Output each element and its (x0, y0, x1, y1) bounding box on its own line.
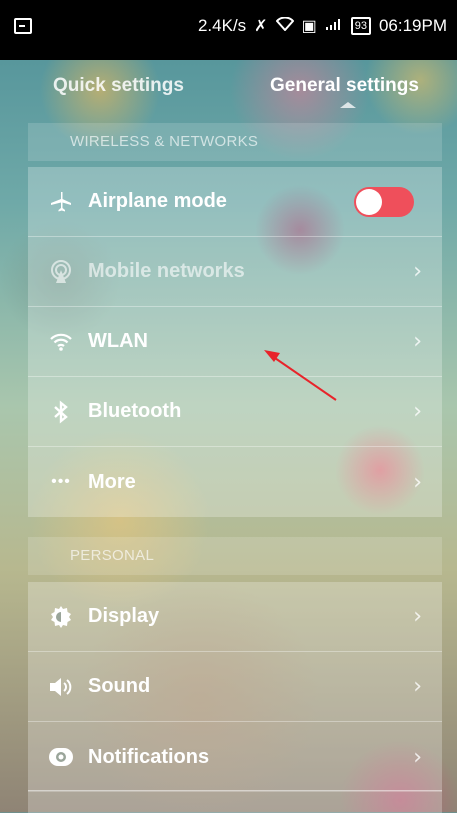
airplane-mode-row[interactable]: Airplane mode (28, 167, 442, 237)
notifications-label: Notifications (88, 745, 210, 768)
chevron-right-icon: › (413, 744, 422, 770)
signal-icon (325, 17, 343, 36)
clock: 06:19PM (378, 16, 447, 35)
chevron-right-icon: › (413, 469, 422, 495)
airplane-mode-toggle[interactable] (354, 186, 414, 217)
mobile-network-icon (48, 259, 74, 285)
display-row[interactable]: Display › (28, 582, 442, 652)
wireless-card: Airplane mode Mobile networks › WLAN › B… (28, 167, 442, 517)
display-gear-icon (48, 604, 74, 630)
notifications-row[interactable]: Notifications › (28, 722, 442, 792)
more-label: More (88, 470, 136, 493)
bluetooth-row[interactable]: Bluetooth › (28, 377, 442, 447)
wlan-row[interactable]: WLAN › (28, 307, 442, 377)
section-header-personal: PERSONAL (28, 537, 442, 575)
more-icon: ••• (51, 473, 71, 490)
chevron-right-icon: › (413, 329, 422, 354)
status-bar: 2.4K/s ✗ ▣ 93 06:19PM (0, 0, 457, 60)
settings-tabs: Quick settings General settings (0, 60, 457, 120)
chevron-right-icon: › (413, 674, 422, 699)
mobile-networks-label: Mobile networks (88, 260, 245, 282)
wifi-status-icon (275, 16, 294, 36)
section-header-wireless: WIRELESS & NETWORKS (28, 123, 442, 161)
battery-icon: 93 (350, 17, 371, 35)
chevron-right-icon: › (413, 399, 422, 424)
mobile-networks-row[interactable]: Mobile networks › (28, 237, 442, 307)
notification-icon (48, 744, 74, 770)
sim-blocked-icon: ▣ (301, 18, 317, 35)
tab-general-settings[interactable]: General settings (270, 75, 419, 97)
mute-icon: ✗ (254, 18, 268, 35)
chevron-right-icon: › (413, 259, 422, 284)
more-row[interactable]: ••• More › (28, 447, 442, 517)
bluetooth-icon (48, 399, 74, 425)
personal-card: Display › Sound › Notifications › (28, 582, 442, 792)
gallery-notification-icon (14, 18, 32, 34)
next-row-partial (28, 790, 442, 813)
wifi-icon (48, 329, 74, 355)
toggle-knob (356, 188, 382, 215)
display-label: Display (88, 605, 160, 627)
active-tab-indicator (340, 102, 356, 108)
bluetooth-label: Bluetooth (88, 400, 182, 422)
speaker-icon (48, 674, 74, 700)
chevron-right-icon: › (413, 604, 422, 629)
airplane-mode-label: Airplane mode (88, 190, 227, 212)
network-speed: 2.4K/s (197, 16, 247, 35)
wlan-label: WLAN (88, 330, 148, 352)
status-right-group: 2.4K/s ✗ ▣ 93 06:19PM (198, 16, 447, 36)
sound-row[interactable]: Sound › (28, 652, 442, 722)
airplane-icon (48, 189, 74, 215)
tab-quick-settings[interactable]: Quick settings (53, 75, 184, 97)
sound-label: Sound (88, 675, 151, 697)
